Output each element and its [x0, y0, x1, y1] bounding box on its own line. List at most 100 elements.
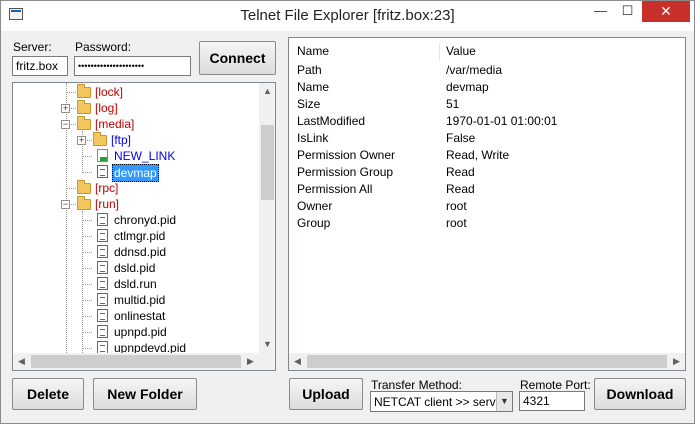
property-name: IsLink [297, 131, 329, 145]
tree-vertical-scrollbar[interactable]: ▲ ▼ [259, 83, 275, 353]
tree-item-rpc[interactable]: [rpc] [13, 180, 259, 196]
tree-item-label: ddnsd.pid [114, 245, 167, 259]
tree-item-media[interactable]: − [media] [13, 116, 259, 132]
tree-horizontal-scrollbar[interactable]: ◀ ▶ [13, 353, 259, 370]
property-value: False [446, 131, 476, 145]
tree-item-ftp[interactable]: + [ftp] [13, 132, 259, 148]
property-name: Permission Group [297, 165, 394, 179]
tree-item-log[interactable]: + [log] [13, 100, 259, 116]
tree-item-new-link[interactable]: NEW_LINK [13, 148, 259, 164]
connect-button[interactable]: Connect [199, 41, 276, 75]
password-label: Password: [75, 40, 132, 54]
properties-horizontal-scrollbar[interactable]: ◀ ▶ [289, 353, 685, 370]
folder-icon [77, 84, 91, 98]
password-input[interactable]: ••••••••••••••••••••• [74, 56, 191, 76]
minimize-button[interactable]: — [587, 1, 614, 22]
link-icon [97, 149, 108, 162]
property-name: Size [297, 97, 321, 111]
property-value: Read, Write [446, 148, 510, 162]
property-name: Path [297, 63, 322, 77]
property-name: Permission Owner [297, 148, 396, 162]
transfer-method-select[interactable]: NETCAT client >> server ▼ [370, 391, 513, 412]
property-name: Owner [297, 199, 333, 213]
property-value: devmap [446, 80, 489, 94]
new-folder-button[interactable]: New Folder [93, 378, 197, 410]
scroll-right-arrow-icon[interactable]: ▶ [242, 353, 259, 370]
upload-button[interactable]: Upload [289, 378, 363, 410]
column-header-name[interactable]: Name [297, 41, 329, 61]
column-header-value[interactable]: Value [446, 41, 476, 61]
tree-item-label: [media] [95, 117, 135, 131]
property-row[interactable]: Group root [289, 215, 685, 231]
tree-item-label: upnpd.pid [114, 325, 167, 339]
expand-plus-icon[interactable]: + [77, 136, 86, 145]
remote-port-input[interactable]: 4321 [519, 391, 585, 411]
property-value: root [446, 199, 467, 213]
download-button[interactable]: Download [594, 378, 686, 410]
tree-item-lock[interactable]: [lock] [13, 84, 259, 100]
maximize-button[interactable]: ☐ [614, 1, 641, 22]
chevron-down-icon[interactable]: ▼ [496, 392, 512, 411]
title-bar[interactable]: Telnet File Explorer [fritz.box:23] — ☐ … [1, 1, 694, 31]
property-value: Read [446, 165, 475, 179]
tree-item-file[interactable]: onlinestat [13, 308, 259, 324]
file-icon [97, 245, 108, 258]
folder-open-icon [77, 196, 91, 210]
tree-item-file[interactable]: dsld.run [13, 276, 259, 292]
tree-item-file[interactable]: dsld.pid [13, 260, 259, 276]
property-name: Name [297, 80, 330, 94]
column-separator[interactable] [439, 43, 440, 61]
properties-horizontal-scroll-thumb[interactable] [307, 355, 667, 368]
properties-list[interactable]: Name Value Path /var/media Name devmap S… [288, 37, 686, 371]
property-row[interactable]: Path /var/media [289, 62, 685, 78]
tree-item-run[interactable]: − [run] [13, 196, 259, 212]
property-value: root [446, 216, 467, 230]
tree-vertical-scroll-thumb[interactable] [261, 125, 274, 200]
tree-item-file[interactable]: ctlmgr.pid [13, 228, 259, 244]
scroll-down-arrow-icon[interactable]: ▼ [259, 336, 275, 353]
close-button[interactable]: ✕ [642, 1, 690, 22]
scroll-left-arrow-icon[interactable]: ◀ [289, 353, 306, 370]
file-icon [97, 229, 108, 242]
property-name: LastModified [297, 114, 366, 128]
file-icon [97, 325, 108, 338]
tree-item-devmap[interactable]: devmap [13, 164, 259, 182]
property-value: Read [446, 182, 475, 196]
folder-icon [77, 180, 91, 194]
server-input[interactable]: fritz.box [12, 56, 68, 76]
property-row[interactable]: LastModified 1970-01-01 01:00:01 [289, 113, 685, 129]
server-label: Server: [13, 40, 52, 54]
property-name: Permission All [297, 182, 373, 196]
tree-item-label: [run] [95, 197, 120, 211]
tree-item-file[interactable]: upnpd.pid [13, 324, 259, 340]
property-row[interactable]: Size 51 [289, 96, 685, 112]
property-value: /var/media [446, 63, 503, 77]
property-row[interactable]: Name devmap [289, 79, 685, 95]
file-icon [97, 165, 108, 178]
expand-plus-icon[interactable]: + [61, 104, 70, 113]
file-tree[interactable]: [lock] + [log] − [media] + [ftp] NEW_LIN… [12, 82, 276, 371]
property-name: Group [297, 216, 331, 230]
property-value: 51 [446, 97, 460, 111]
tree-item-label: [log] [95, 101, 118, 115]
tree-item-label: chronyd.pid [114, 213, 177, 227]
property-row[interactable]: Owner root [289, 198, 685, 214]
collapse-minus-icon[interactable]: − [61, 120, 70, 129]
property-row[interactable]: IsLink False [289, 130, 685, 146]
property-row[interactable]: Permission All Read [289, 181, 685, 197]
tree-item-file[interactable]: ddnsd.pid [13, 244, 259, 260]
scroll-left-arrow-icon[interactable]: ◀ [13, 353, 30, 370]
delete-button[interactable]: Delete [12, 378, 84, 410]
tree-item-label: [rpc] [95, 181, 119, 195]
tree-item-file[interactable]: chronyd.pid [13, 212, 259, 228]
collapse-minus-icon[interactable]: − [61, 200, 70, 209]
scroll-up-arrow-icon[interactable]: ▲ [259, 83, 275, 100]
tree-item-file[interactable]: multid.pid [13, 292, 259, 308]
properties-header: Name Value [289, 41, 685, 61]
property-row[interactable]: Permission Group Read [289, 164, 685, 180]
property-row[interactable]: Permission Owner Read, Write [289, 147, 685, 163]
transfer-method-label: Transfer Method: [371, 378, 462, 392]
scroll-right-arrow-icon[interactable]: ▶ [668, 353, 685, 370]
tree-horizontal-scroll-thumb[interactable] [31, 355, 241, 368]
transfer-method-value: NETCAT client >> server [374, 395, 507, 409]
